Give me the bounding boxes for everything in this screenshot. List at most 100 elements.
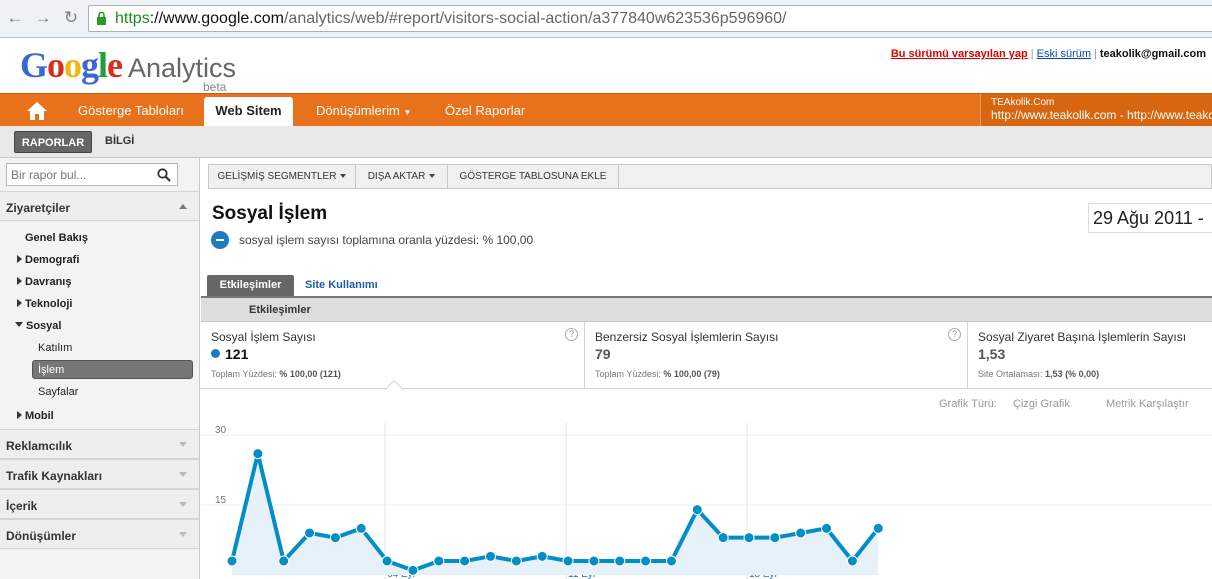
date-range-selector[interactable]: 29 Ağu 2011 -	[1088, 203, 1212, 233]
browser-toolbar: ← → ↻ https://www.google.com/analytics/w…	[0, 0, 1212, 38]
section-content[interactable]: İçerik	[0, 489, 199, 519]
compare-metric-button[interactable]: Metrik Karşılaştır	[1106, 398, 1189, 410]
old-version-link[interactable]: Eski sürüm	[1037, 48, 1091, 60]
metric-actions-per-visit[interactable]: Sosyal Ziyaret Başına İşlemlerin Sayısı …	[968, 322, 1212, 389]
sidebar-subitem-pages[interactable]: Sayfalar	[38, 386, 78, 398]
data-point	[614, 555, 626, 567]
nav-custom-reports[interactable]: Özel Raporlar	[445, 103, 525, 118]
data-point	[795, 527, 807, 539]
metric-unique-social-actions[interactable]: Benzersiz Sosyal İşlemlerin Sayısı 79 To…	[585, 322, 968, 389]
chevron-down-icon	[179, 442, 187, 447]
graph-type-label: Grafik Türü:	[939, 398, 997, 410]
export-button[interactable]: DIŞA AKTAR	[356, 165, 448, 188]
sidebar-item-demographics[interactable]: Demografi	[17, 254, 79, 266]
social-actions-chart: 301504 Eyl11 Eyl18 Eyl	[201, 423, 1212, 579]
metric-group-header: Etkileşimler	[201, 298, 1212, 322]
default-version-link[interactable]: Bu sürümü varsayılan yap	[891, 48, 1028, 60]
data-point	[717, 532, 729, 544]
help-icon[interactable]: ?	[948, 328, 961, 341]
data-point	[433, 555, 445, 567]
data-point	[691, 504, 703, 516]
report-main: GELİŞMİŞ SEGMENTLER DIŞA AKTAR GÖSTERGE …	[201, 158, 1212, 579]
report-search	[6, 163, 178, 186]
data-point	[407, 564, 419, 576]
y-tick-label: 15	[215, 495, 227, 506]
report-search-input[interactable]	[7, 164, 147, 185]
chevron-down-icon	[429, 174, 436, 178]
nav-dashboards[interactable]: Gösterge Tabloları	[78, 103, 184, 118]
expand-arrow-icon	[17, 277, 22, 285]
main-nav: Gösterge Tabloları Web Sitem Dönüşümleri…	[0, 93, 1212, 127]
data-point	[562, 555, 574, 567]
data-point	[510, 555, 522, 567]
data-point	[588, 555, 600, 567]
sidebar-item-mobile[interactable]: Mobil	[17, 410, 54, 422]
sidebar-item-overview[interactable]: Genel Bakış	[25, 232, 88, 244]
sidebar-subitem-action[interactable]: İşlem	[32, 360, 193, 379]
sidebar-subitem-engagement[interactable]: Katılım	[38, 342, 72, 354]
data-point	[485, 550, 496, 562]
tab-site-usage[interactable]: Site Kullanımı	[305, 279, 378, 291]
data-point	[872, 522, 884, 534]
data-point	[459, 555, 471, 567]
sidebar-item-technology[interactable]: Teknoloji	[17, 298, 72, 310]
metric-social-actions[interactable]: Sosyal İşlem Sayısı 121 Toplam Yüzdesi: …	[201, 322, 585, 389]
tab-interactions[interactable]: Etkileşimler	[207, 275, 294, 296]
data-point	[226, 555, 238, 567]
chevron-down-icon	[179, 532, 187, 537]
series-dot-icon	[211, 349, 220, 358]
section-traffic-sources[interactable]: Trafik Kaynakları	[0, 459, 199, 489]
help-icon[interactable]: ?	[565, 328, 578, 341]
sidebar: Ziyaretçiler Genel Bakış Demografi Davra…	[0, 158, 200, 579]
data-point	[665, 555, 677, 567]
reports-tab[interactable]: RAPORLAR	[14, 131, 92, 153]
expand-arrow-icon	[17, 411, 22, 419]
reload-icon[interactable]: ↻	[60, 7, 82, 29]
info-tab[interactable]: BİLGİ	[105, 135, 134, 147]
data-point	[640, 555, 652, 567]
url-text: https://www.google.com/analytics/web/#re…	[115, 10, 787, 27]
user-email[interactable]: teakolik@gmail.com	[1100, 48, 1206, 60]
back-icon[interactable]: ←	[4, 7, 26, 29]
search-icon[interactable]	[157, 168, 171, 182]
data-point	[743, 532, 755, 544]
data-point	[821, 522, 833, 534]
expand-arrow-icon	[17, 255, 22, 263]
nav-conversions[interactable]: Dönüşümlerim ▼	[316, 103, 411, 118]
section-conversions[interactable]: Dönüşümler	[0, 519, 199, 549]
data-point	[536, 550, 548, 562]
google-logo: Google	[20, 45, 123, 85]
section-visitors[interactable]: Ziyaretçiler	[0, 191, 199, 221]
address-bar[interactable]: https://www.google.com/analytics/web/#re…	[88, 5, 1212, 32]
nav-my-site[interactable]: Web Sitem	[204, 97, 293, 127]
expand-arrow-icon	[17, 299, 22, 307]
sidebar-item-social[interactable]: Sosyal	[15, 320, 61, 332]
data-point	[278, 555, 290, 567]
add-to-dashboard-button[interactable]: GÖSTERGE TABLOSUNA EKLE	[448, 165, 619, 188]
chevron-down-icon: ▼	[403, 108, 412, 117]
user-links: Bu sürümü varsayılan yap | Eski sürüm | teak…	[890, 48, 1206, 60]
segment-label: sosyal işlem sayısı toplamına oranla yüz…	[239, 233, 534, 247]
beta-label: beta	[203, 80, 227, 94]
ga-header: Google Analytics beta Bu sürümü varsayıla…	[0, 38, 1212, 94]
chevron-down-icon	[340, 174, 347, 178]
site-selector[interactable]: TEAkolik.Com http://www.teakolik.com - h…	[980, 94, 1212, 126]
report-toolbar: GELİŞMİŞ SEGMENTLER DIŞA AKTAR GÖSTERGE …	[208, 164, 1212, 189]
home-icon[interactable]	[26, 101, 48, 121]
google-analytics-logo[interactable]: Google Analytics beta	[20, 44, 236, 94]
section-advertising[interactable]: Reklamcılık	[0, 429, 199, 459]
chevron-down-icon	[179, 502, 187, 507]
page-title: Sosyal İşlem	[212, 203, 328, 224]
forward-icon[interactable]: →	[32, 7, 54, 29]
sidebar-item-behavior[interactable]: Davranış	[17, 276, 71, 288]
data-point	[381, 555, 393, 567]
selected-metric-pointer	[384, 380, 404, 390]
y-tick-label: 30	[215, 425, 227, 436]
data-point	[329, 532, 341, 544]
segment-icon	[211, 231, 229, 249]
data-point	[355, 522, 367, 534]
sub-nav: RAPORLAR BİLGİ	[0, 126, 1212, 158]
data-point	[846, 555, 858, 567]
advanced-segments-button[interactable]: GELİŞMİŞ SEGMENTLER	[209, 165, 356, 188]
graph-type-value[interactable]: Çizgi Grafik	[1013, 398, 1070, 410]
